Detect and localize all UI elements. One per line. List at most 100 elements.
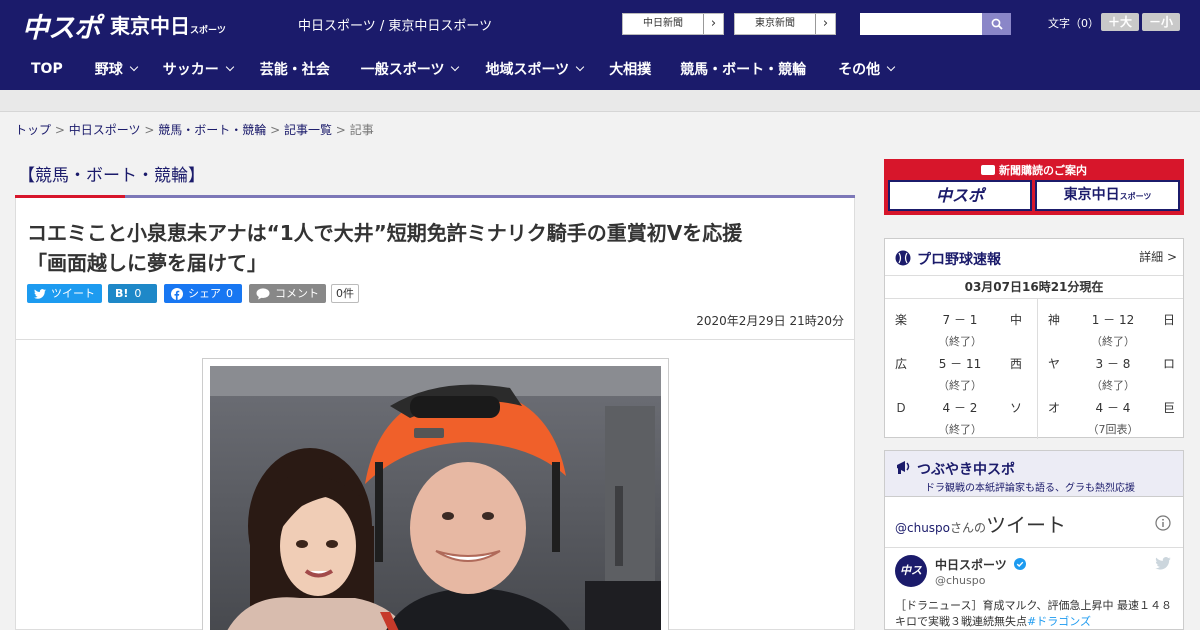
photo-illustration (210, 366, 661, 630)
twitter-divider (885, 547, 1183, 548)
nav-item-horse-boat-cycle[interactable]: 競馬・ボート・競輪 (680, 59, 806, 79)
nav-item-top[interactable]: TOP (31, 61, 63, 77)
tweet-hashtag[interactable]: #ドラゴンズ (1027, 615, 1091, 628)
font-larger-button[interactable]: ＋大 (1101, 13, 1139, 31)
twitter-handle-link[interactable]: @chuspo (895, 521, 950, 535)
baseball-widget-title: プロ野球速報 (917, 252, 1001, 268)
twitter-bird-icon (34, 288, 46, 299)
main-nav: TOP 野球 サッカー 芸能・社会 一般スポーツ 地域スポーツ 大相撲 競馬・ボ… (0, 48, 1200, 90)
nav-item-local-sports[interactable]: 地域スポーツ (485, 59, 585, 79)
nav-item-label: 野球 (94, 62, 123, 78)
font-smaller-button[interactable]: －小 (1142, 13, 1180, 31)
tweet-author-name[interactable]: 中日スポーツ (935, 556, 1026, 573)
sub-bar (0, 90, 1200, 112)
tweet-button-label: ツイート (51, 287, 95, 300)
subscription-ad[interactable]: 新聞購読のご案内 中スポ 東京中日スポーツ (884, 159, 1184, 215)
chunichi-shimbun-link-label: 中日新聞 (643, 18, 683, 29)
hatena-b-icon: B! (115, 287, 129, 300)
font-size-label: 文字（0） (1048, 17, 1099, 30)
info-icon[interactable] (1155, 515, 1171, 531)
nav-item-general-sports[interactable]: 一般スポーツ (361, 59, 460, 79)
game-score-value: 3 － 8 (1095, 357, 1131, 371)
twitter-handle-suffix: さんの (950, 521, 987, 535)
ad-logo-tokyo-chunichi-text: 東京中日 (1063, 187, 1120, 203)
site-title[interactable]: 中日スポーツ / 東京中日スポーツ (298, 15, 492, 34)
twitter-heading-text: ツイート (986, 513, 1067, 537)
nav-item-other[interactable]: その他 (838, 59, 896, 79)
breadcrumb-chunichi-sports[interactable]: 中日スポーツ (69, 123, 141, 137)
game-status: （7回表） (1087, 423, 1139, 436)
tweet-author-handle[interactable]: @chuspo (935, 574, 985, 587)
game-away-team: 巨 (1162, 401, 1175, 415)
breadcrumb-article-list[interactable]: 記事一覧 (284, 123, 332, 137)
tokyo-shimbun-link[interactable]: 東京新聞 › (734, 13, 836, 35)
breadcrumb-separator: > (144, 123, 155, 137)
game-home-team: 神 (1048, 313, 1061, 327)
nav-item-label: 競馬・ボート・競輪 (680, 62, 807, 78)
avatar[interactable]: 中スポ (895, 555, 927, 587)
chuspo-logo[interactable]: 中スポ (22, 6, 101, 45)
nav-item-soccer[interactable]: サッカー (163, 59, 234, 79)
article-header: コエミこと小泉恵未アナは“1人で大井”短期免許ミナリク騎手の重賞初Vを応援 「画… (15, 198, 855, 340)
newspaper-icon (981, 165, 995, 175)
baseball-timestamp: 03月07日16時21分現在 (885, 275, 1183, 299)
chevron-down-icon (129, 62, 138, 72)
verified-badge-icon (1013, 558, 1026, 570)
twitter-bird-icon[interactable] (1155, 557, 1171, 570)
tokyo-chunichi-logo[interactable]: 東京中日スポーツ (110, 10, 226, 39)
tokyo-shimbun-link-label: 東京新聞 (755, 18, 795, 29)
nav-item-label: 大相撲 (609, 62, 652, 78)
comment-count[interactable]: 0件 (331, 284, 359, 303)
game-score[interactable]: ヤ 3 － 8 ロ （終了） (1038, 345, 1187, 392)
search-input[interactable] (860, 13, 982, 35)
hatena-bookmark-button[interactable]: B! 0 (108, 284, 157, 303)
breadcrumb-top[interactable]: トップ (15, 123, 51, 137)
baseball-scores-widget: プロ野球速報 詳細 > 03月07日16時21分現在 楽 7 － 1 中 （終了… (884, 238, 1187, 439)
speech-bubble-icon (256, 287, 270, 299)
search-button[interactable] (982, 13, 1011, 35)
headline-line-1: コエミこと小泉恵未アナは“1人で大井”短期免許ミナリク騎手の重賞初Vを応援 (27, 221, 743, 245)
facebook-icon (171, 287, 183, 300)
game-status: （終了） (938, 423, 982, 436)
nav-item-label: 地域スポーツ (485, 62, 570, 78)
ad-logo-tokyo-chunichi-small: スポーツ (1119, 192, 1152, 201)
game-away-team: ソ (1009, 401, 1022, 415)
chevron-down-icon (225, 62, 234, 72)
chevron-down-icon (886, 62, 896, 72)
game-home-team: Ｄ (895, 401, 908, 415)
breadcrumb-category[interactable]: 競馬・ボート・競輪 (158, 123, 266, 137)
facebook-share-count: 0 (226, 287, 233, 300)
ad-logo-tokyo-chunichi[interactable]: 東京中日スポーツ (1035, 180, 1180, 211)
game-score-value: 5 － 11 (938, 357, 982, 371)
nav-item-sumo[interactable]: 大相撲 (609, 59, 651, 79)
baseball-detail-link[interactable]: 詳細 > (1139, 248, 1177, 265)
chunichi-shimbun-link[interactable]: 中日新聞 › (622, 13, 724, 35)
chevron-down-icon (575, 62, 585, 72)
tweet-button[interactable]: ツイート (27, 284, 102, 303)
megaphone-icon (897, 461, 910, 474)
game-score[interactable]: Ｄ 4 － 2 ソ （終了） (885, 389, 1034, 436)
headline-line-2: 「画面越しに夢を届けて」 (27, 251, 267, 275)
game-score[interactable]: 広 5 － 11 西 （終了） (885, 345, 1034, 392)
game-away-team: 日 (1162, 313, 1175, 327)
game-score[interactable]: オ 4 － 4 巨 （7回表） (1038, 389, 1187, 436)
game-score[interactable]: 神 1 － 12 日 （終了） (1038, 301, 1187, 348)
game-away-team: 中 (1009, 313, 1022, 327)
article-photo[interactable] (210, 366, 661, 630)
ad-logo-chuspo[interactable]: 中スポ (888, 180, 1032, 211)
nav-item-baseball[interactable]: 野球 (94, 59, 138, 79)
subscription-ad-title: 新聞購読のご案内 (884, 162, 1184, 178)
facebook-share-button[interactable]: シェア 0 (164, 284, 242, 303)
breadcrumb-separator: > (54, 123, 65, 137)
comment-button-label: コメント (275, 287, 319, 300)
game-home-team: 楽 (895, 313, 908, 327)
nav-item-entertainment[interactable]: 芸能・社会 (260, 59, 330, 79)
facebook-share-label: シェア (188, 287, 221, 300)
comment-button[interactable]: コメント (249, 284, 326, 303)
chevron-right-icon: › (815, 14, 835, 34)
game-score-value: 1 － 12 (1091, 313, 1135, 327)
game-home-team: ヤ (1048, 357, 1061, 371)
nav-item-label: TOP (31, 61, 63, 77)
game-score[interactable]: 楽 7 － 1 中 （終了） (885, 301, 1034, 348)
section-title: 【競馬・ボート・競輪】 (18, 166, 205, 186)
